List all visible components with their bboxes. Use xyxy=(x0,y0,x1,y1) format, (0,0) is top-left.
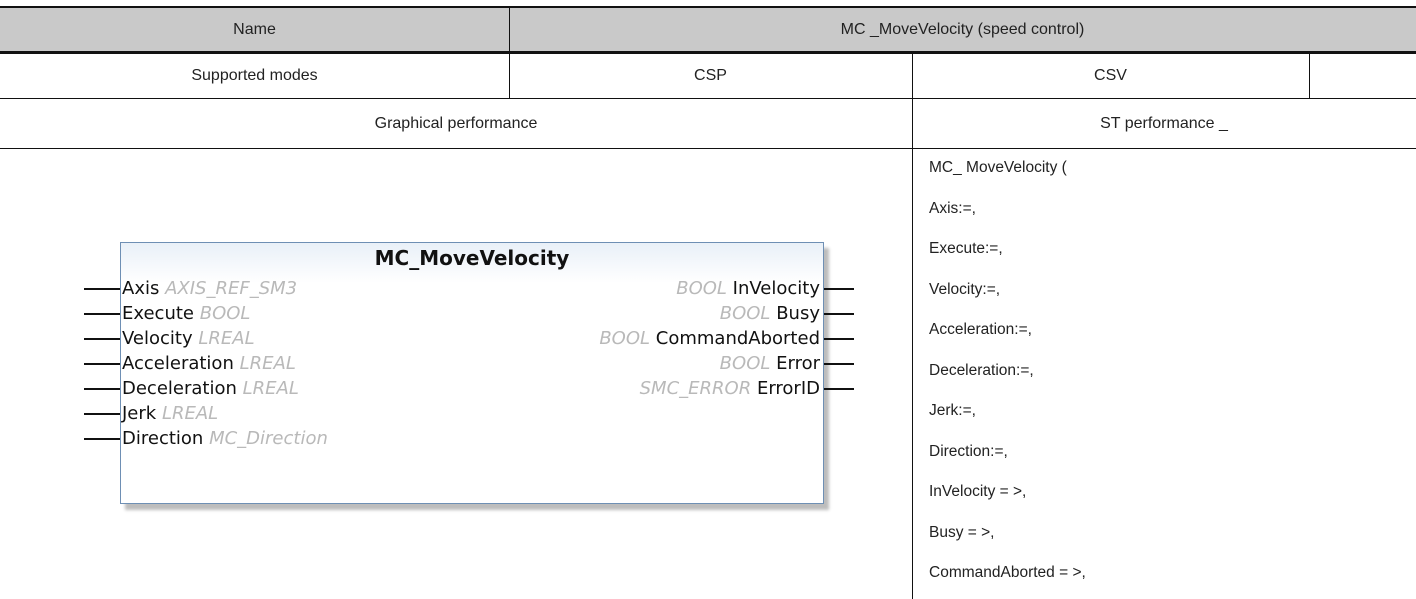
output-pin-commandaborted: BOOL CommandAborted xyxy=(599,326,820,351)
mode-empty xyxy=(1309,54,1416,98)
input-pin-jerk: Jerk LREAL xyxy=(122,401,218,426)
input-pin-name: Axis xyxy=(122,278,160,299)
table-top-border xyxy=(0,6,1416,8)
input-pin-name: Velocity xyxy=(122,328,193,349)
graphical-performance-label: Graphical performance xyxy=(374,114,538,132)
input-pin-type: LREAL xyxy=(161,403,219,424)
output-pin-type: BOOL xyxy=(719,353,771,374)
input-wire-execute xyxy=(84,313,120,315)
st-code-line: InVelocity = >, xyxy=(929,483,1027,500)
st-code-line: Acceleration:=, xyxy=(929,321,1032,338)
input-pin-type: LREAL xyxy=(198,328,255,349)
function-name: MC _MoveVelocity (speed control) xyxy=(840,21,1085,38)
st-code-line: Busy = >, xyxy=(929,523,995,541)
st-code-line: Velocity:=, xyxy=(929,280,1001,298)
output-wire-busy xyxy=(824,313,854,315)
function-block-diagram: MC_MoveVelocity Axis AXIS_REF_SM3 Execute… xyxy=(84,242,854,510)
output-pin-type: BOOL xyxy=(676,278,727,299)
input-pin-name: Direction xyxy=(122,428,204,449)
input-pin-type: BOOL xyxy=(199,303,251,324)
mode-csv: CSV xyxy=(1094,67,1127,84)
name-label: Name xyxy=(233,21,276,38)
divider-csv-col xyxy=(912,54,913,599)
divider-last-col xyxy=(1309,54,1310,98)
output-pin-name: Busy xyxy=(776,303,820,324)
mode-csp: CSP xyxy=(694,67,727,84)
input-pin-name: Execute xyxy=(122,303,194,324)
input-wire-direction xyxy=(84,438,120,440)
supported-modes-label: Supported modes xyxy=(191,67,318,84)
input-pin-axis: Axis AXIS_REF_SM3 xyxy=(122,276,297,301)
output-pin-name: Error xyxy=(776,353,820,374)
input-wire-deceleration xyxy=(84,388,120,390)
output-pin-type: SMC_ERROR xyxy=(639,378,752,399)
row2-bottom-border xyxy=(0,98,1416,99)
input-wire-acceleration xyxy=(84,363,120,365)
input-pin-velocity: Velocity LREAL xyxy=(122,326,255,351)
st-code-line: MC_ MoveVelocity ( xyxy=(929,159,1067,176)
input-pin-acceleration: Acceleration LREAL xyxy=(122,351,296,376)
st-code-line: Direction:=, xyxy=(929,442,1008,460)
row3-bottom-border xyxy=(0,148,1416,149)
input-pin-name: Jerk xyxy=(122,403,157,424)
output-pin-type: BOOL xyxy=(719,303,771,324)
output-wire-commandaborted xyxy=(824,338,854,340)
input-pin-execute: Execute BOOL xyxy=(122,301,250,326)
input-pin-name: Deceleration xyxy=(122,378,237,399)
output-wire-invelocity xyxy=(824,288,854,290)
input-pin-type: LREAL xyxy=(239,353,296,374)
input-pin-deceleration: Deceleration LREAL xyxy=(122,376,299,401)
output-pin-name: ErrorID xyxy=(756,378,820,399)
output-wire-errorid xyxy=(824,388,854,390)
output-pin-error: BOOL Error xyxy=(720,351,820,376)
input-pin-type: AXIS_REF_SM3 xyxy=(165,278,298,299)
st-code-line: Axis:=, xyxy=(929,199,976,217)
output-pin-invelocity: BOOL InVelocity xyxy=(676,276,820,301)
specification-table: Name MC _MoveVelocity (speed control) Su… xyxy=(0,0,1416,599)
st-code-line: Execute:=, xyxy=(929,240,1003,257)
function-block-title: MC_MoveVelocity xyxy=(374,246,570,270)
output-pin-name: CommandAborted xyxy=(655,328,820,349)
input-wire-velocity xyxy=(84,338,120,340)
input-pin-type: LREAL xyxy=(242,378,299,399)
st-code-line: Deceleration:=, xyxy=(929,361,1034,379)
divider-name-col xyxy=(509,8,510,98)
input-pin-direction: Direction MC_Direction xyxy=(122,426,328,451)
st-performance-label: ST performance _ xyxy=(1100,114,1228,132)
output-pin-type: BOOL xyxy=(599,328,651,349)
input-pin-name: Acceleration xyxy=(122,353,234,374)
output-pin-name: InVelocity xyxy=(732,278,820,299)
output-pin-busy: BOOL Busy xyxy=(720,301,820,326)
input-wire-axis xyxy=(84,288,120,290)
st-code-line: CommandAborted = >, xyxy=(929,564,1086,581)
output-wire-error xyxy=(824,363,854,365)
input-pin-type: MC_Direction xyxy=(209,428,328,449)
input-wire-jerk xyxy=(84,413,120,415)
output-pin-errorid: SMC_ERROR ErrorID xyxy=(640,376,820,401)
header-bottom-border xyxy=(0,51,1416,54)
st-code-line: Jerk:=, xyxy=(929,402,976,419)
